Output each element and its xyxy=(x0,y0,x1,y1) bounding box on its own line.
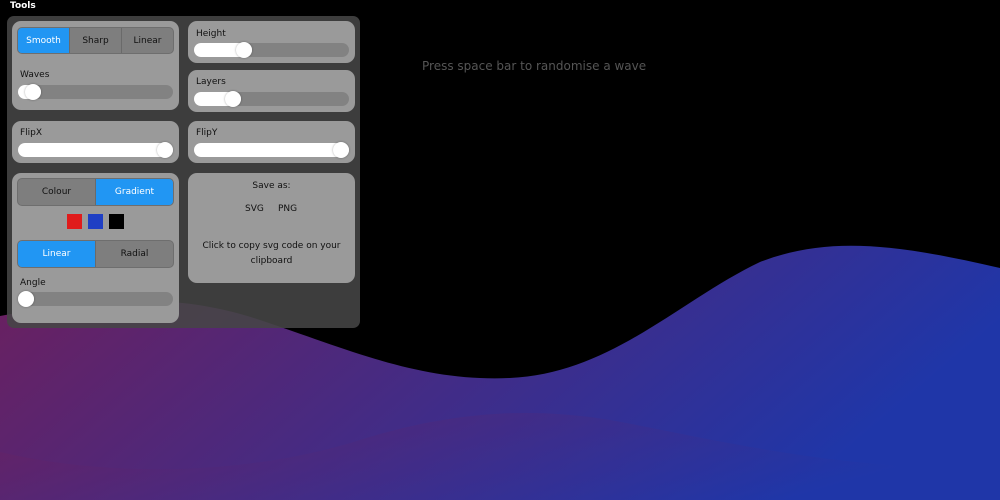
height-label: Height xyxy=(196,29,226,39)
layers-panel: Layers xyxy=(188,70,355,112)
gradient-linear-option[interactable]: Linear xyxy=(18,241,95,267)
flipx-label: FlipX xyxy=(20,128,43,138)
flipx-slider-fill xyxy=(18,143,173,157)
tools-title: Tools xyxy=(10,1,36,11)
angle-slider-knob[interactable] xyxy=(18,291,34,307)
flipx-panel: FlipX xyxy=(12,121,179,163)
colour-swatch-red[interactable] xyxy=(67,214,82,229)
colour-swatch-black[interactable] xyxy=(109,214,124,229)
flipy-slider[interactable] xyxy=(194,142,349,158)
height-slider[interactable] xyxy=(194,42,349,58)
gradient-radial-option[interactable]: Radial xyxy=(95,241,173,267)
flipx-slider[interactable] xyxy=(18,142,173,158)
curve-sharp-option[interactable]: Sharp xyxy=(69,28,121,53)
waves-slider[interactable] xyxy=(18,84,173,100)
layers-label: Layers xyxy=(196,77,226,87)
fill-panel: Colour Gradient Linear Radial Angle xyxy=(12,173,179,323)
waves-label: Waves xyxy=(20,70,50,80)
colour-swatch-blue[interactable] xyxy=(88,214,103,229)
waves-slider-knob[interactable] xyxy=(24,84,41,100)
randomise-hint: Press space bar to randomise a wave xyxy=(422,59,647,73)
flipy-panel: FlipY xyxy=(188,121,355,163)
flipx-slider-knob[interactable] xyxy=(157,142,173,158)
flipy-slider-knob[interactable] xyxy=(333,142,349,158)
flipy-label: FlipY xyxy=(196,128,218,138)
height-slider-knob[interactable] xyxy=(235,42,252,58)
save-svg-button[interactable]: SVG xyxy=(245,204,264,214)
save-png-button[interactable]: PNG xyxy=(278,204,297,214)
fill-colour-option[interactable]: Colour xyxy=(18,179,95,205)
fill-gradient-option[interactable]: Gradient xyxy=(95,179,173,205)
angle-label: Angle xyxy=(20,278,46,288)
curve-smooth-option[interactable]: Smooth xyxy=(18,28,69,53)
angle-slider[interactable] xyxy=(18,291,173,307)
save-panel: Save as: SVG PNG Click to copy svg code … xyxy=(188,173,355,283)
layers-slider-knob[interactable] xyxy=(224,91,241,107)
save-as-label: Save as: xyxy=(252,181,291,191)
gradient-type-toggle: Linear Radial xyxy=(17,240,174,268)
height-panel: Height xyxy=(188,21,355,63)
curve-type-toggle: Smooth Sharp Linear xyxy=(17,27,174,54)
copy-svg-button[interactable]: Click to copy svg code on your clipboard xyxy=(202,239,341,269)
flipy-slider-fill xyxy=(194,143,349,157)
curve-linear-option[interactable]: Linear xyxy=(121,28,173,53)
fill-mode-toggle: Colour Gradient xyxy=(17,178,174,206)
curve-panel: Smooth Sharp Linear Waves xyxy=(12,21,179,110)
layers-slider[interactable] xyxy=(194,91,349,107)
